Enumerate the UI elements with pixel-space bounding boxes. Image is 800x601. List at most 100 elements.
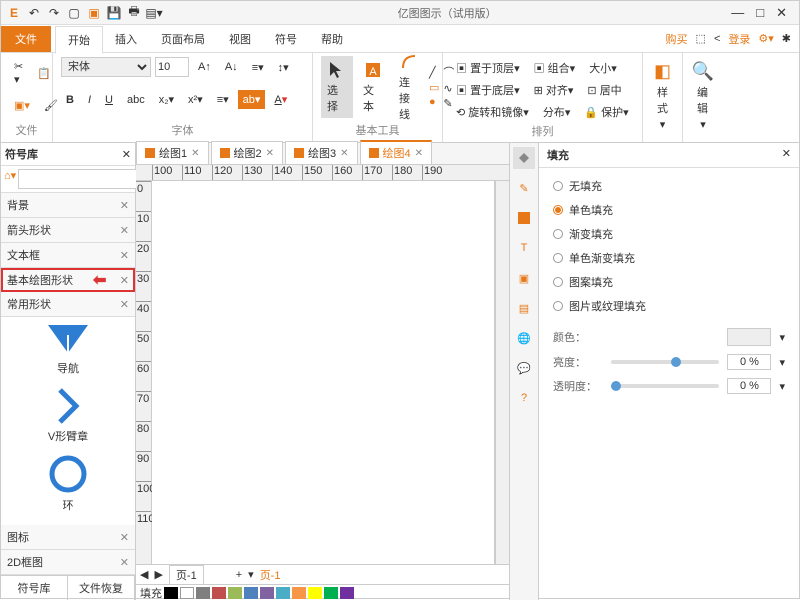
page-prev-icon[interactable]: ◀ xyxy=(140,568,148,581)
tab-layout[interactable]: 页面布局 xyxy=(149,26,217,52)
grow-font-icon[interactable]: A↑ xyxy=(193,58,216,76)
export-icon[interactable]: ▤▾ xyxy=(145,4,163,22)
chevron-down-icon[interactable]: ▾ xyxy=(779,380,785,393)
cat-arrow-shapes[interactable]: 箭头形状✕ xyxy=(1,218,135,243)
opt-gradient[interactable]: 渐变填充 xyxy=(553,226,785,242)
swatch[interactable] xyxy=(292,587,306,599)
lib-close-icon[interactable]: ✕ xyxy=(122,148,131,161)
size-btn[interactable]: 大小▾ xyxy=(584,57,622,79)
close-icon[interactable]: ✕ xyxy=(415,148,423,159)
fill-panel-close-icon[interactable]: ✕ xyxy=(782,147,791,163)
save-icon[interactable]: 💾 xyxy=(105,4,123,22)
cat-background[interactable]: 背景✕ xyxy=(1,193,135,218)
cloud-icon[interactable]: ⬚ xyxy=(696,32,706,45)
undo-icon[interactable]: ↶ xyxy=(25,4,43,22)
line-icon[interactable]: ╱ xyxy=(429,66,439,79)
buy-link[interactable]: 购买 xyxy=(666,31,688,47)
font-size[interactable] xyxy=(155,57,189,77)
cut-icon[interactable]: ✂▾ xyxy=(9,57,28,89)
scrollbar-vertical[interactable] xyxy=(495,181,509,564)
tab-start[interactable]: 开始 xyxy=(55,26,103,54)
fill-tool-icon[interactable] xyxy=(513,147,535,169)
cat-basic-drawing[interactable]: 基本绘图形状✕ ⬅ xyxy=(1,268,135,292)
doc-tab-1[interactable]: 绘图1✕ xyxy=(136,141,209,164)
strike-icon[interactable]: abc xyxy=(122,91,150,109)
rect-icon[interactable]: ▭ xyxy=(429,81,439,94)
group-btn[interactable]: ▣ 组合▾ xyxy=(529,57,581,79)
spacing-icon[interactable]: ↕▾ xyxy=(273,58,294,77)
font-name[interactable]: 宋体 xyxy=(61,57,151,77)
align-btn[interactable]: ⊞ 对齐▾ xyxy=(529,79,579,101)
swatch[interactable] xyxy=(324,587,338,599)
line-tool-icon[interactable]: ✎ xyxy=(513,177,535,199)
connector-tool[interactable]: 连接线 xyxy=(393,48,425,126)
cat-common-shapes[interactable]: 常用形状✕ xyxy=(1,292,135,317)
swatch[interactable] xyxy=(308,587,322,599)
color-picker[interactable] xyxy=(727,328,771,346)
opt-mono-gradient[interactable]: 单色渐变填充 xyxy=(553,250,785,266)
chevron-down-icon[interactable]: ▾ xyxy=(779,331,785,344)
new-icon[interactable]: ▢ xyxy=(65,4,83,22)
highlight-icon[interactable]: ab▾ xyxy=(238,90,266,109)
bold-icon[interactable]: B xyxy=(61,91,79,109)
page-tool-icon[interactable]: ▤ xyxy=(513,297,535,319)
swatch[interactable] xyxy=(340,587,354,599)
share-icon[interactable]: < xyxy=(714,33,720,45)
sub-icon[interactable]: x₂▾ xyxy=(154,90,179,109)
send-bottom[interactable]: ▣ 置于底层▾ xyxy=(451,79,525,101)
sup-icon[interactable]: x²▾ xyxy=(183,90,208,109)
shrink-font-icon[interactable]: A↓ xyxy=(220,58,243,76)
align-icon[interactable]: ≡▾ xyxy=(212,90,234,109)
redo-icon[interactable]: ↷ xyxy=(45,4,63,22)
shape-chevron[interactable] xyxy=(56,386,80,425)
underline-icon[interactable]: U xyxy=(100,91,118,109)
opt-picture[interactable]: 图片或纹理填充 xyxy=(553,298,785,314)
brightness-slider[interactable] xyxy=(611,360,719,364)
shape-ring[interactable] xyxy=(48,454,88,493)
tab-view[interactable]: 视图 xyxy=(217,26,263,52)
text-tool-icon[interactable]: T xyxy=(513,237,535,259)
shape-nav[interactable] xyxy=(46,323,90,356)
swatch[interactable] xyxy=(212,587,226,599)
opt-nofill[interactable]: 无填充 xyxy=(553,178,785,194)
close-icon[interactable]: ✕ xyxy=(340,148,348,159)
foot-recover[interactable]: 文件恢复 xyxy=(68,576,135,600)
login-link[interactable]: 登录 xyxy=(728,31,750,47)
brightness-value[interactable]: 0 % xyxy=(727,354,771,370)
swatch[interactable] xyxy=(244,587,258,599)
copy-icon[interactable]: ▣▾ xyxy=(9,96,35,115)
page-next-icon[interactable]: ▶ xyxy=(154,568,162,581)
swatch[interactable] xyxy=(164,587,178,599)
shadow-tool-icon[interactable] xyxy=(513,207,535,229)
doc-tab-4[interactable]: 绘图4✕ xyxy=(360,140,433,164)
minimize-icon[interactable]: — xyxy=(731,5,744,21)
style-btn[interactable]: ◧样式▾ xyxy=(651,57,674,135)
close-icon[interactable]: ✕ xyxy=(776,5,787,21)
close-icon[interactable]: ✕ xyxy=(191,148,199,159)
bring-top[interactable]: ▣ 置于顶层▾ xyxy=(451,57,525,79)
print-icon[interactable]: 🖶 xyxy=(125,4,143,22)
close-icon[interactable]: ✕ xyxy=(266,148,274,159)
edit-btn[interactable]: 🔍编辑▾ xyxy=(691,57,715,135)
doc-tab-2[interactable]: 绘图2✕ xyxy=(211,141,284,164)
gear-icon[interactable]: ⚙▾ xyxy=(758,32,773,45)
fontcolor-icon[interactable]: A▾ xyxy=(269,90,292,109)
lock-btn[interactable]: 🔒 保护▾ xyxy=(579,101,633,123)
tab-insert[interactable]: 插入 xyxy=(103,26,149,52)
center-btn[interactable]: ⊡ 居中 xyxy=(582,79,626,101)
select-tool[interactable]: 选择 xyxy=(321,56,353,118)
cat-2d-frame[interactable]: 2D框图✕ xyxy=(1,550,135,575)
rotate-btn[interactable]: ⟲ 旋转和镜像▾ xyxy=(451,101,534,123)
bullets-icon[interactable]: ≡▾ xyxy=(247,58,269,77)
page-label[interactable]: 页-1 xyxy=(169,565,204,585)
layer-tool-icon[interactable]: ▣ xyxy=(513,267,535,289)
home-icon[interactable]: ⌂▾ xyxy=(4,169,16,189)
opacity-value[interactable]: 0 % xyxy=(727,378,771,394)
cat-icons[interactable]: 图标✕ xyxy=(1,525,135,550)
text-tool[interactable]: A 文本 xyxy=(357,56,389,118)
open-icon[interactable]: ▣ xyxy=(85,4,103,22)
page-label-2[interactable]: 页-1 xyxy=(260,567,281,583)
distribute-btn[interactable]: 分布▾ xyxy=(538,101,576,123)
foot-lib[interactable]: 符号库 xyxy=(1,576,68,600)
swatch[interactable] xyxy=(196,587,210,599)
